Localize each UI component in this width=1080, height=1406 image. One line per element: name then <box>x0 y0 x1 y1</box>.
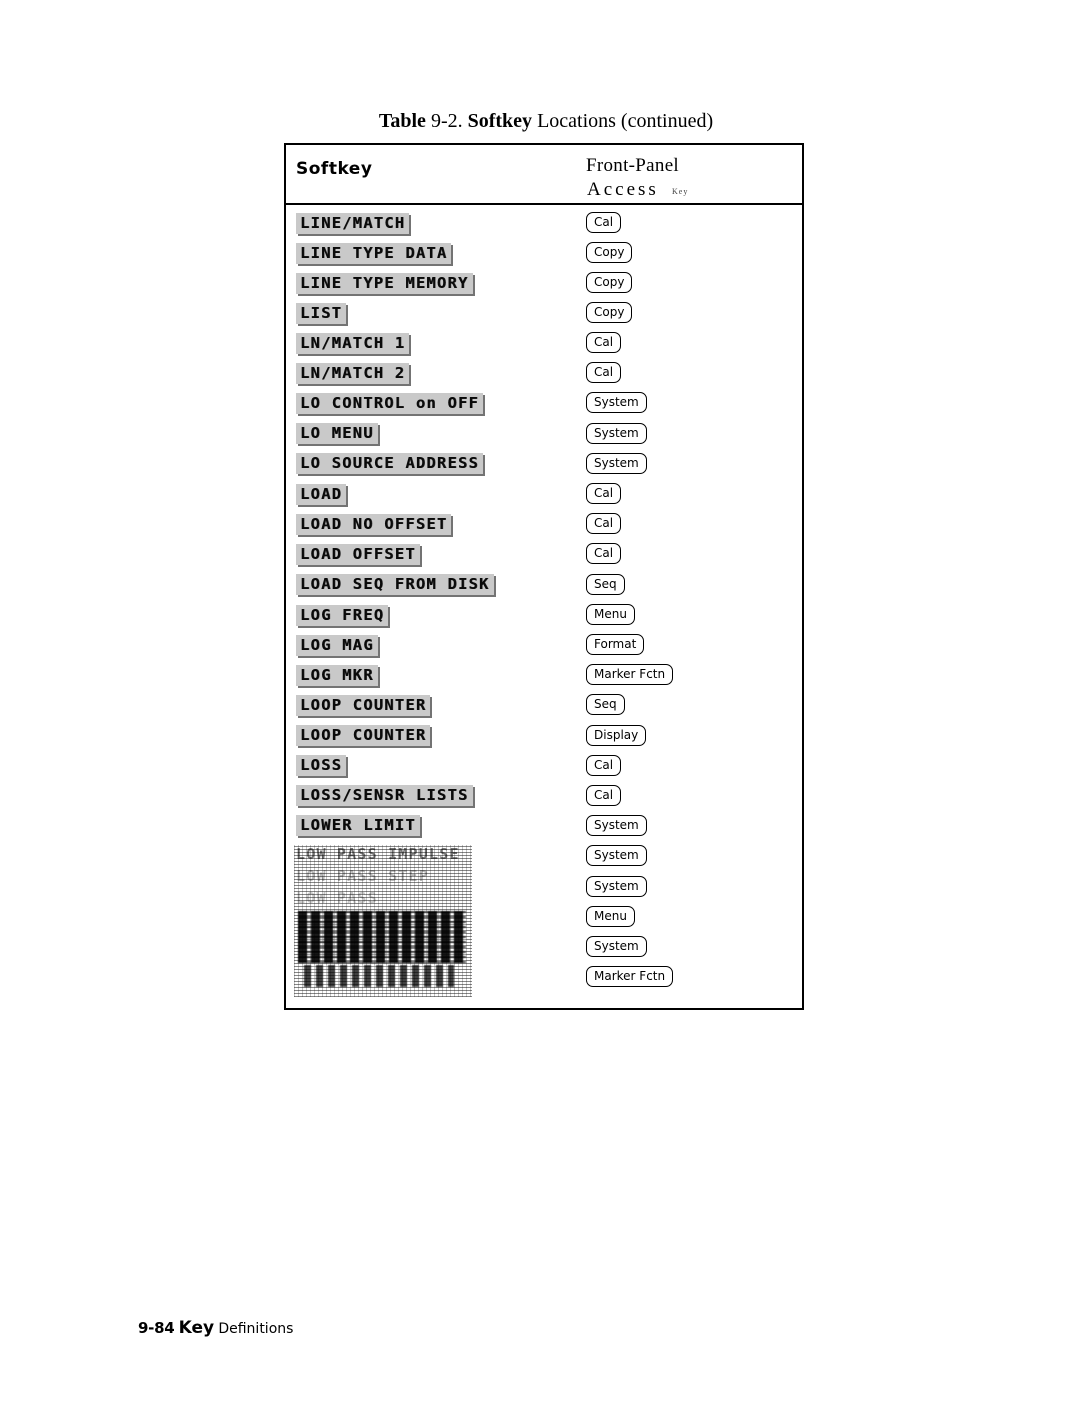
caption-number: 9-2. <box>430 110 463 132</box>
front-panel-key[interactable]: Cal <box>586 785 622 806</box>
front-panel-key[interactable]: System <box>586 845 647 866</box>
softkey-label: LN/MATCH 1 <box>296 333 410 354</box>
softkey-label: LOG FREQ <box>296 605 389 626</box>
softkey-label: LINE TYPE DATA <box>296 243 452 264</box>
column-header-access-key-subscript: Key <box>672 187 689 196</box>
front-panel-key[interactable]: Seq <box>586 694 625 715</box>
footer-page-number: 9-84 <box>138 1319 175 1337</box>
softkey-label-illegible: LOW PASS <box>296 889 378 907</box>
front-panel-key[interactable]: Cal <box>586 483 622 504</box>
softkey-locations-table: Softkey Front-Panel Access Key LINE/MATC… <box>284 143 804 1010</box>
caption-rest: Locations (continued) <box>537 110 714 132</box>
softkey-label: LOAD SEQ FROM DISK <box>296 574 494 595</box>
softkey-label: LOOP COUNTER <box>296 725 431 746</box>
front-panel-key[interactable]: Marker Fctn <box>586 664 674 685</box>
softkey-label: LINE TYPE MEMORY <box>296 273 473 294</box>
column-header-softkey: Softkey <box>296 159 373 179</box>
front-panel-key[interactable]: Menu <box>586 604 635 625</box>
front-panel-key[interactable]: Marker Fctn <box>586 966 674 987</box>
softkey-label: LN/MATCH 2 <box>296 363 410 384</box>
table-caption: Table 9-2. Softkey Locations (continued) <box>286 110 806 133</box>
softkey-label: LOAD NO OFFSET <box>296 514 452 535</box>
front-panel-key[interactable]: Cal <box>586 362 622 383</box>
ink-smear-block-lower <box>304 965 454 987</box>
softkey-label: LOG MAG <box>296 635 378 656</box>
front-panel-key[interactable]: System <box>586 423 647 444</box>
front-panel-key[interactable]: Cal <box>586 332 622 353</box>
ink-smear-block <box>298 911 466 963</box>
front-panel-key[interactable]: System <box>586 815 647 836</box>
softkey-label-illegible: LOW PASS IMPULSE <box>296 845 460 863</box>
front-panel-key[interactable]: Seq <box>586 574 625 595</box>
front-panel-key[interactable]: Copy <box>586 302 633 323</box>
front-panel-key[interactable]: Cal <box>586 755 622 776</box>
softkey-label: LO SOURCE ADDRESS <box>296 453 484 474</box>
softkey-label: LOAD <box>296 484 347 505</box>
softkey-label: LOAD OFFSET <box>296 544 420 565</box>
caption-table-word: Table <box>378 110 426 132</box>
column-header-access: Access <box>587 179 659 200</box>
front-panel-key[interactable]: System <box>586 936 647 957</box>
front-panel-key[interactable]: Copy <box>586 272 633 293</box>
front-panel-key[interactable]: Display <box>586 725 647 746</box>
footer-key-word: Key <box>178 1318 215 1338</box>
footer-definitions: Definitions <box>218 1321 294 1337</box>
softkey-label: LOWER LIMIT <box>296 815 420 836</box>
front-panel-key[interactable]: Format <box>586 634 645 655</box>
softkey-label: LINE/MATCH <box>296 213 410 234</box>
softkey-label: LO MENU <box>296 423 378 444</box>
front-panel-key[interactable]: System <box>586 876 647 897</box>
softkey-label: LOOP COUNTER <box>296 695 431 716</box>
front-panel-key[interactable]: Copy <box>586 242 633 263</box>
softkey-label: LOSS/SENSR LISTS <box>296 785 473 806</box>
front-panel-key[interactable]: Cal <box>586 513 622 534</box>
softkey-label: LO CONTROL on OFF <box>296 393 484 414</box>
softkey-label: LOSS <box>296 755 347 776</box>
front-panel-key[interactable]: Menu <box>586 906 635 927</box>
degraded-print-region: LOW PASS IMPULSE LOW PASS STEP LOW PASS <box>294 845 472 997</box>
front-panel-key[interactable]: System <box>586 392 647 413</box>
page-footer: 9-84 Key Definitions <box>138 1318 293 1338</box>
caption-softkey-word: Softkey <box>467 110 533 132</box>
front-panel-key[interactable]: Cal <box>586 543 622 564</box>
front-panel-key[interactable]: Cal <box>586 212 622 233</box>
softkey-label: LIST <box>296 303 347 324</box>
front-panel-key[interactable]: System <box>586 453 647 474</box>
softkey-label: LOG MKR <box>296 665 378 686</box>
softkey-label-illegible: LOW PASS STEP <box>296 867 429 885</box>
table-header-row: Softkey Front-Panel Access Key <box>286 145 802 205</box>
column-header-front-panel: Front-Panel <box>586 155 680 176</box>
